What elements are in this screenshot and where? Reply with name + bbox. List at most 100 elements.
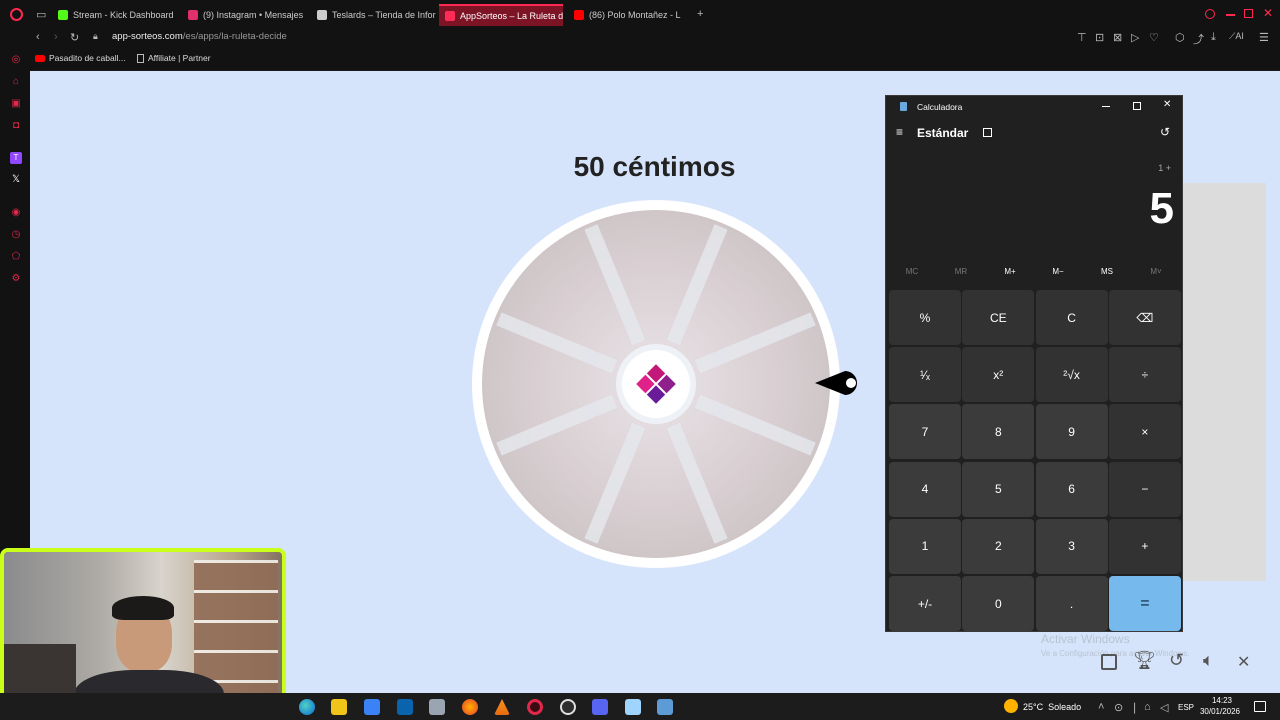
- memory-button[interactable]: M˅: [1136, 267, 1176, 276]
- ai-button[interactable]: ⟋AI: [1229, 31, 1244, 42]
- square-root-button[interactable]: ²√x: [1035, 347, 1108, 403]
- opera-logo-icon[interactable]: [10, 8, 23, 21]
- percent-button[interactable]: %: [889, 290, 961, 345]
- clock-time[interactable]: 14:23: [1200, 696, 1244, 705]
- equals-button[interactable]: =: [1108, 576, 1181, 631]
- url-field[interactable]: app-sorteos.com/es/apps/la-ruleta-decide: [112, 31, 287, 42]
- trophy-icon[interactable]: 🏆︎: [1133, 650, 1156, 671]
- app-icon[interactable]: [429, 699, 445, 715]
- instagram-icon[interactable]: ◘: [10, 120, 22, 132]
- multiply-button[interactable]: ×: [1108, 404, 1181, 460]
- back-icon[interactable]: ‹: [36, 31, 40, 43]
- menu-icon[interactable]: ☰: [1259, 31, 1269, 44]
- vpn-icon[interactable]: ⊠: [1113, 31, 1122, 44]
- discord-icon[interactable]: [592, 699, 608, 715]
- digit-8-button[interactable]: 8: [962, 404, 1035, 460]
- share-icon[interactable]: ⤴: [1193, 31, 1204, 47]
- obs-icon[interactable]: [560, 699, 576, 715]
- memory-button[interactable]: M−: [1038, 267, 1078, 276]
- language-indicator[interactable]: ESP: [1178, 703, 1194, 712]
- memory-button[interactable]: MS: [1087, 267, 1127, 276]
- snapshot-icon[interactable]: ⊡: [1095, 31, 1104, 44]
- clear-entry-button[interactable]: CE: [962, 290, 1035, 345]
- roulette-wheel[interactable]: [470, 198, 842, 570]
- reload-icon[interactable]: ↻: [70, 31, 79, 44]
- add-button[interactable]: +: [1108, 518, 1181, 574]
- fullscreen-icon[interactable]: [1101, 654, 1117, 670]
- reciprocal-button[interactable]: ¹⁄ₓ: [889, 347, 961, 403]
- outlook-icon[interactable]: [397, 699, 413, 715]
- close-overlay-icon[interactable]: ✕: [1237, 652, 1250, 672]
- bookmark-item[interactable]: Affiliate | Partner: [137, 53, 211, 63]
- digit-4-button[interactable]: 4: [889, 461, 961, 517]
- messenger-icon[interactable]: ▣: [10, 98, 22, 110]
- digit-7-button[interactable]: 7: [889, 404, 961, 460]
- firefox-icon[interactable]: [462, 699, 478, 715]
- store-icon[interactable]: [364, 699, 380, 715]
- square-button[interactable]: x²: [962, 347, 1035, 403]
- browser-tab[interactable]: (9) Instagram • Mensajes: [182, 4, 304, 26]
- digit-6-button[interactable]: 6: [1035, 461, 1108, 517]
- calc-minimize-icon[interactable]: [1102, 106, 1110, 107]
- browser-tab[interactable]: (86) Polo Montañez - L: [568, 4, 692, 26]
- workspaces-icon[interactable]: ▭: [36, 8, 46, 21]
- aria-icon[interactable]: ◎: [10, 54, 22, 66]
- digit-1-button[interactable]: 1: [889, 518, 961, 574]
- volume-icon[interactable]: ◁: [1160, 701, 1168, 714]
- history-icon[interactable]: ◷: [10, 229, 22, 241]
- show-hidden-icons-icon[interactable]: ˄: [1098, 701, 1104, 713]
- negate-button[interactable]: +/-: [889, 576, 961, 631]
- undo-icon[interactable]: ↺: [1169, 650, 1184, 671]
- keep-on-top-icon[interactable]: [983, 128, 992, 137]
- minimize-window-icon[interactable]: [1226, 14, 1235, 16]
- twitch-icon[interactable]: T: [10, 152, 22, 164]
- pin-icon[interactable]: ⊤: [1077, 31, 1087, 44]
- extensions-sidebar-icon[interactable]: ⬠: [10, 251, 22, 263]
- mic-icon[interactable]: ❘: [1130, 701, 1139, 714]
- bookmark-item[interactable]: Pasadito de caball...: [35, 53, 126, 63]
- play-icon[interactable]: ▷: [1131, 31, 1139, 44]
- notifications-icon[interactable]: [1254, 701, 1266, 712]
- new-tab-icon[interactable]: +: [697, 8, 703, 20]
- digit-2-button[interactable]: 2: [962, 518, 1035, 574]
- settings-icon[interactable]: ⚙: [10, 273, 22, 285]
- opera-taskbar-icon[interactable]: [527, 699, 543, 715]
- calculator-taskbar-icon[interactable]: [657, 699, 673, 715]
- weather-text[interactable]: 25°C Soleado: [1023, 702, 1081, 712]
- digit-3-button[interactable]: 3: [1035, 518, 1108, 574]
- subtract-button[interactable]: −: [1108, 461, 1181, 517]
- memory-button[interactable]: M+: [990, 267, 1030, 276]
- divide-button[interactable]: ÷: [1108, 347, 1181, 403]
- download-icon[interactable]: ⤓: [1211, 31, 1216, 44]
- search-tabs-icon[interactable]: [1205, 9, 1215, 19]
- memory-button[interactable]: MR: [941, 267, 981, 276]
- heart-icon[interactable]: ♡: [1149, 31, 1159, 44]
- forward-icon[interactable]: ›: [54, 31, 58, 43]
- backspace-button[interactable]: ⌫: [1108, 290, 1181, 345]
- calc-maximize-icon[interactable]: [1133, 102, 1141, 110]
- digit-0-button[interactable]: 0: [962, 576, 1035, 631]
- browser-tab[interactable]: Teslards – Tienda de Infor: [311, 4, 437, 26]
- player-icon[interactable]: ◉: [10, 207, 22, 219]
- close-window-icon[interactable]: ✕: [1263, 6, 1273, 20]
- microphone-icon[interactable]: ⊙: [1114, 701, 1123, 714]
- clear-button[interactable]: C: [1035, 290, 1108, 345]
- sound-icon[interactable]: 🔈︎: [1203, 650, 1214, 671]
- clock-date[interactable]: 30/01/2026: [1196, 707, 1244, 716]
- notes-icon[interactable]: [625, 699, 641, 715]
- extensions-icon[interactable]: ⬡: [1175, 31, 1185, 44]
- browser-tab[interactable]: Stream - Kick Dashboard: [52, 4, 182, 26]
- x-twitter-icon[interactable]: 𝕏: [10, 174, 22, 186]
- file-explorer-icon[interactable]: [331, 699, 347, 715]
- edge-icon[interactable]: [299, 699, 315, 715]
- decimal-button[interactable]: .: [1035, 576, 1108, 631]
- history-icon[interactable]: ↺: [1160, 125, 1170, 139]
- calc-close-icon[interactable]: ✕: [1163, 99, 1171, 110]
- shopping-icon[interactable]: ⌂: [10, 76, 22, 88]
- network-icon[interactable]: ⌂: [1144, 701, 1151, 713]
- digit-9-button[interactable]: 9: [1035, 404, 1108, 460]
- memory-button[interactable]: MC: [892, 267, 932, 276]
- navigation-menu-icon[interactable]: ≡: [896, 125, 903, 139]
- restore-window-icon[interactable]: [1244, 9, 1253, 18]
- digit-5-button[interactable]: 5: [962, 461, 1035, 517]
